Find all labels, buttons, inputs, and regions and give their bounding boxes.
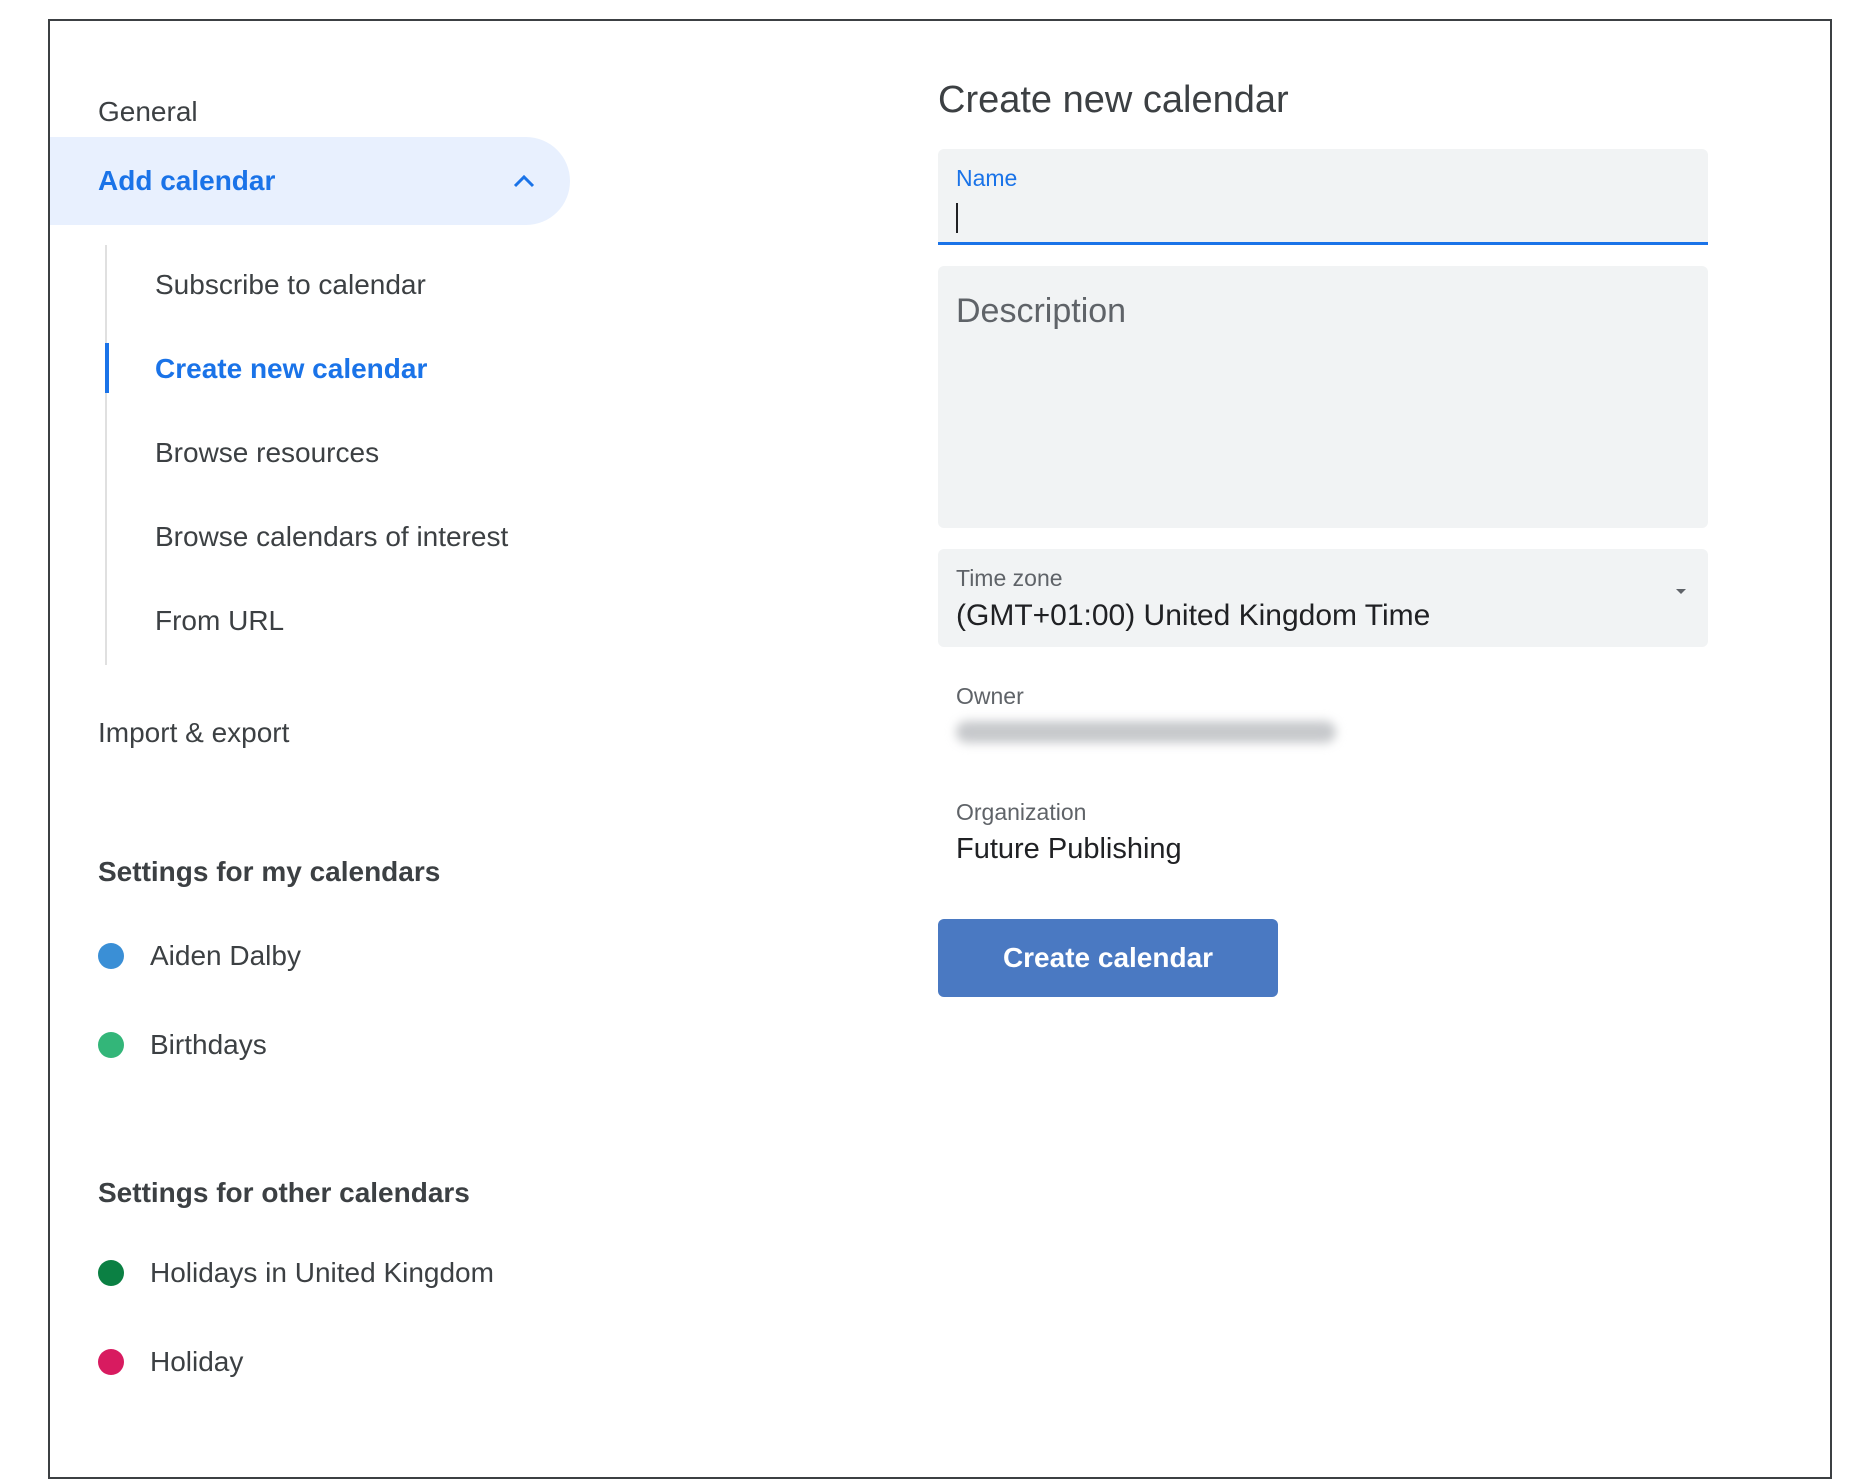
sidebar-item-holiday[interactable]: Holiday — [98, 1332, 243, 1392]
sidebar-item-add-calendar[interactable]: Add calendar — [50, 137, 570, 225]
sidebar-item-label: Browse resources — [155, 437, 380, 468]
calendar-name: Birthdays — [150, 1029, 267, 1060]
add-calendar-submenu: Subscribe to calendar Create new calenda… — [105, 245, 627, 665]
sidebar-item-label: General — [98, 96, 198, 127]
name-field-label: Name — [956, 165, 1018, 191]
other-calendars-heading: Settings for other calendars — [98, 1177, 470, 1208]
organization-label: Organization — [956, 799, 1087, 825]
sidebar-item-label: Browse calendars of interest — [155, 521, 509, 552]
text-cursor — [956, 203, 958, 233]
page-title: Create new calendar — [938, 79, 1289, 121]
calendar-color-dot — [98, 943, 124, 969]
description-placeholder: Description — [956, 292, 1127, 330]
caret-down-icon — [1676, 589, 1686, 594]
owner-label: Owner — [956, 683, 1024, 709]
timezone-value: (GMT+01:00) United Kingdom Time — [956, 599, 1431, 632]
settings-window: General Add calendar Subscribe to calend… — [48, 19, 1832, 1479]
owner-value-redacted — [956, 721, 1336, 743]
settings-sidebar: General Add calendar Subscribe to calend… — [50, 21, 650, 1477]
description-field[interactable]: Description — [938, 266, 1708, 528]
organization-value: Future Publishing — [956, 833, 1182, 865]
sidebar-item-birthdays[interactable]: Birthdays — [98, 1015, 267, 1075]
sidebar-item-from-url[interactable]: From URL — [107, 581, 607, 661]
name-field[interactable]: Name — [938, 149, 1708, 245]
calendar-name: Aiden Dalby — [150, 940, 301, 971]
sidebar-item-subscribe-to-calendar[interactable]: Subscribe to calendar — [107, 245, 607, 325]
sidebar-item-browse-calendars-of-interest[interactable]: Browse calendars of interest — [107, 497, 607, 577]
create-calendar-form: Create new calendar Name Description Tim… — [938, 21, 1718, 1477]
sidebar-item-import-export[interactable]: Import & export — [50, 689, 570, 777]
calendar-color-dot — [98, 1349, 124, 1375]
calendar-name: Holiday — [150, 1346, 244, 1377]
timezone-label: Time zone — [956, 565, 1063, 591]
sidebar-item-label: Import & export — [98, 717, 290, 748]
sidebar-item-browse-resources[interactable]: Browse resources — [107, 413, 607, 493]
sidebar-item-label: From URL — [155, 605, 285, 636]
sidebar-item-create-new-calendar[interactable]: Create new calendar — [105, 329, 607, 409]
chevron-up-icon[interactable] — [502, 159, 546, 203]
sidebar-item-label: Add calendar — [98, 165, 276, 196]
calendar-color-dot — [98, 1032, 124, 1058]
my-calendars-heading: Settings for my calendars — [98, 856, 441, 887]
sidebar-item-label: Create new calendar — [155, 353, 428, 384]
calendar-color-dot — [98, 1260, 124, 1286]
sidebar-item-holidays-in-united-kingdom[interactable]: Holidays in United Kingdom — [98, 1243, 494, 1303]
create-calendar-button[interactable]: Create calendar — [938, 919, 1278, 997]
calendar-name: Holidays in United Kingdom — [150, 1257, 494, 1288]
sidebar-item-label: Subscribe to calendar — [155, 269, 426, 300]
timezone-select[interactable]: Time zone (GMT+01:00) United Kingdom Tim… — [938, 549, 1708, 647]
sidebar-item-aiden-dalby[interactable]: Aiden Dalby — [98, 926, 301, 986]
